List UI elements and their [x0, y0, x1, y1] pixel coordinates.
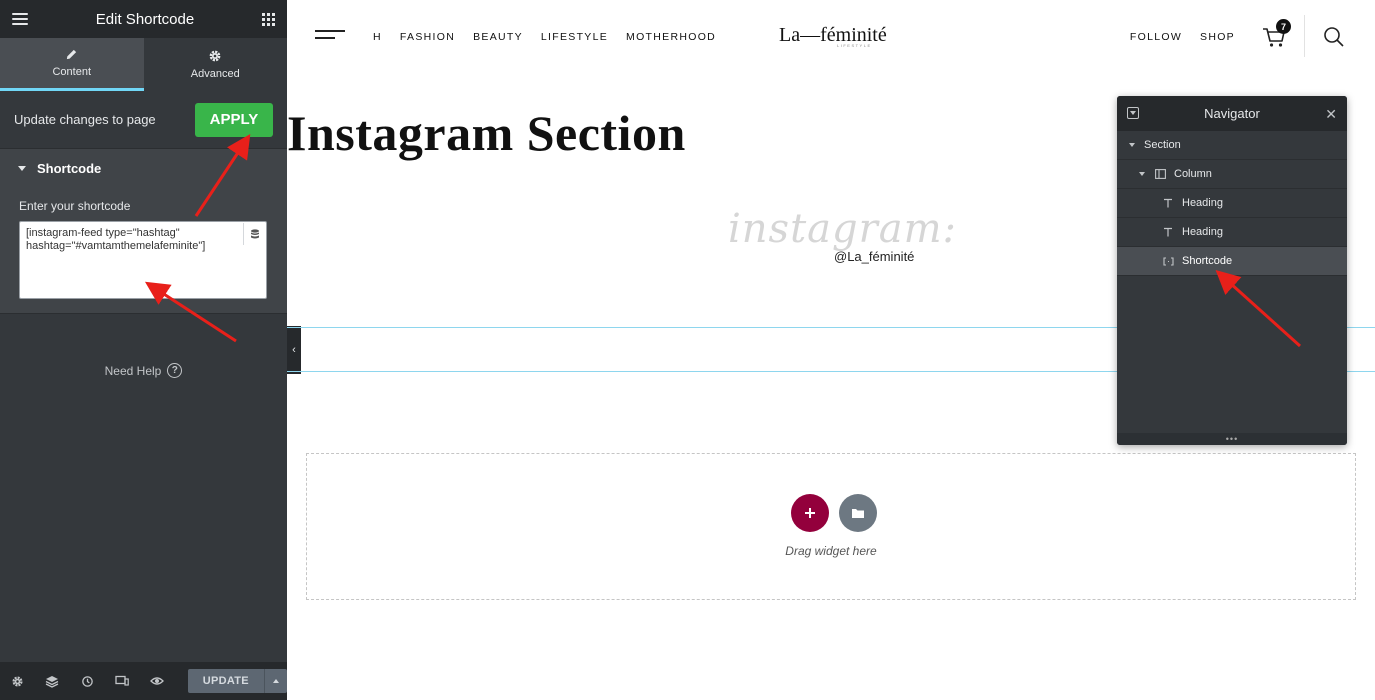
shortcode-section-toggle[interactable]: Shortcode	[0, 149, 287, 187]
navigator-item-heading-1[interactable]: Heading	[1117, 189, 1347, 218]
instagram-handle: @La_féminité	[834, 249, 915, 264]
eye-icon[interactable]	[150, 674, 165, 689]
tab-advanced-label: Advanced	[190, 68, 240, 80]
nav-item-motherhood[interactable]: MOTHERHOOD	[626, 31, 716, 43]
navigator-item-label: Section	[1144, 139, 1181, 151]
instagram-script-heading: instagram:	[728, 206, 957, 252]
hamburger-menu-icon[interactable]	[12, 13, 28, 25]
navigator-resize-handle[interactable]: •••	[1117, 433, 1347, 445]
page-title: Instagram Section	[287, 105, 686, 161]
plus-icon	[805, 508, 815, 518]
caret-down-icon	[1139, 172, 1145, 176]
secondary-nav: FOLLOW SHOP	[1112, 31, 1235, 43]
drag-widget-hint: Drag widget here	[785, 544, 877, 558]
history-icon[interactable]	[80, 674, 95, 689]
add-template-button[interactable]	[839, 494, 877, 532]
update-button[interactable]: UPDATE	[187, 669, 265, 693]
add-section-button[interactable]	[791, 494, 829, 532]
navigator-header[interactable]: Navigator ✕	[1117, 96, 1347, 131]
navigator-item-label: Column	[1174, 168, 1212, 180]
navigator-item-label: Heading	[1182, 226, 1223, 238]
apply-row: Update changes to page APPLY	[0, 91, 287, 149]
need-help-link[interactable]: Need Help ?	[0, 363, 287, 378]
nav-item-fashion[interactable]: FASHION	[400, 31, 455, 43]
nav-item-shop[interactable]: SHOP	[1200, 31, 1235, 43]
tab-advanced[interactable]: Advanced	[144, 38, 288, 91]
nav-item-beauty[interactable]: BEAUTY	[473, 31, 523, 43]
navigator-item-column[interactable]: Column	[1117, 160, 1347, 189]
apply-button[interactable]: APPLY	[195, 102, 273, 137]
heading-icon	[1162, 197, 1174, 209]
nav-item-follow[interactable]: FOLLOW	[1130, 31, 1182, 43]
database-icon	[250, 228, 259, 239]
nav-item-h[interactable]: H	[373, 31, 382, 43]
need-help-label: Need Help	[104, 363, 162, 378]
navigator-panel: Navigator ✕ Section Column Heading Headi…	[1117, 96, 1347, 445]
widgets-grid-icon[interactable]	[262, 12, 275, 26]
collapse-panel-toggle[interactable]: ‹	[287, 326, 301, 374]
editor-window: Edit Shortcode Content Advanced Update c…	[0, 0, 1375, 700]
navigator-title: Navigator	[1204, 106, 1260, 121]
panel-header: Edit Shortcode	[0, 0, 287, 38]
panel-title: Edit Shortcode	[95, 10, 195, 28]
gear-icon	[209, 50, 221, 62]
cart-count-badge: 7	[1276, 19, 1291, 34]
caret-up-icon	[273, 679, 280, 683]
caret-down-icon	[1129, 143, 1135, 147]
search-icon[interactable]	[1323, 26, 1345, 48]
navigator-item-heading-2[interactable]: Heading	[1117, 218, 1347, 247]
shortcode-textarea-wrap	[19, 221, 267, 299]
header-divider	[1304, 15, 1305, 57]
close-icon[interactable]: ✕	[1325, 106, 1337, 123]
shortcode-label: Enter your shortcode	[19, 199, 131, 213]
heading-icon	[1162, 226, 1174, 238]
column-icon	[1154, 168, 1166, 180]
dynamic-tags-button[interactable]	[243, 223, 265, 245]
question-icon: ?	[167, 363, 183, 378]
layers-icon[interactable]	[45, 674, 60, 689]
pencil-icon	[67, 49, 77, 60]
main-nav: H FASHION BEAUTY LIFESTYLE MOTHERHOOD	[373, 31, 734, 43]
settings-icon[interactable]	[10, 674, 25, 689]
shortcode-icon	[1162, 255, 1174, 267]
shortcode-control: Enter your shortcode	[0, 187, 287, 314]
nav-item-lifestyle[interactable]: LIFESTYLE	[541, 31, 608, 43]
caret-down-icon	[18, 165, 26, 171]
navigator-item-label: Shortcode	[1182, 255, 1233, 267]
site-header: H FASHION BEAUTY LIFESTYLE MOTHERHOOD La…	[287, 0, 1375, 75]
tab-content[interactable]: Content	[0, 38, 144, 91]
update-options-toggle[interactable]	[264, 669, 287, 693]
navigator-item-shortcode[interactable]: Shortcode	[1117, 247, 1347, 276]
collapse-all-icon[interactable]	[1127, 107, 1139, 119]
shortcode-textarea[interactable]	[19, 221, 267, 299]
tab-content-label: Content	[52, 66, 92, 78]
widget-drop-zone[interactable]: Drag widget here	[306, 453, 1356, 600]
site-menu-icon[interactable]	[315, 29, 345, 39]
chevron-left-icon: ‹	[292, 344, 296, 356]
section-title: Shortcode	[37, 160, 102, 176]
panel-footer: UPDATE	[0, 662, 287, 700]
responsive-mode-icon[interactable]	[115, 674, 130, 689]
panel-tabs: Content Advanced	[0, 38, 287, 91]
navigator-item-label: Heading	[1182, 197, 1223, 209]
folder-icon	[852, 509, 864, 518]
editor-panel: Edit Shortcode Content Advanced Update c…	[0, 0, 287, 700]
navigator-item-section[interactable]: Section	[1117, 131, 1347, 160]
site-logo-subtitle: LIFESTYLE	[837, 43, 872, 48]
apply-label: Update changes to page	[14, 112, 156, 127]
